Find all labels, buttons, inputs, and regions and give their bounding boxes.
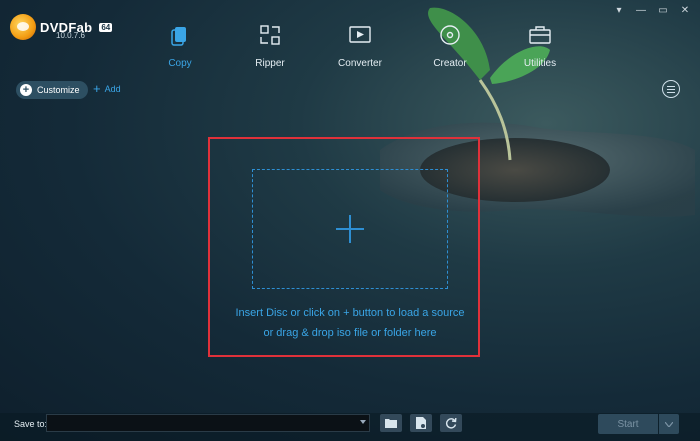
save-to-label: Save to: [14, 419, 48, 429]
customize-plus-icon: + [20, 84, 32, 96]
start-options-button[interactable] [659, 414, 679, 434]
menu-icon[interactable] [662, 80, 680, 98]
add-source-plus-icon[interactable] [336, 215, 364, 243]
app-version: 10.0.7.6 [56, 31, 85, 40]
creator-icon [440, 25, 460, 45]
tab-copy-label: Copy [168, 58, 192, 69]
copy-icon [171, 27, 186, 46]
tab-converter-label: Converter [338, 58, 382, 69]
add-source-drop-zone[interactable] [252, 169, 448, 289]
module-tabs: Copy Ripper Converter Creator Utilities [135, 22, 585, 69]
utilities-icon [529, 26, 551, 44]
window-controls: ▾ — ▭ ✕ [612, 4, 692, 16]
refresh-button[interactable] [440, 414, 462, 432]
drop-hint-line1: Insert Disc or click on + button to load… [235, 307, 465, 319]
refresh-icon [445, 417, 457, 429]
tab-copy[interactable]: Copy [135, 22, 225, 69]
converter-icon [349, 26, 371, 43]
tab-converter[interactable]: Converter [315, 22, 405, 69]
minimize-icon[interactable]: — [634, 4, 648, 16]
customize-label: Customize [37, 85, 80, 95]
start-button[interactable]: Start [598, 414, 658, 434]
folder-icon [385, 419, 397, 428]
iso-file-icon [416, 417, 426, 429]
pin-icon[interactable]: ▾ [612, 4, 626, 16]
tab-utilities-label: Utilities [523, 58, 557, 69]
customize-button[interactable]: + Customize [16, 81, 88, 99]
tab-ripper[interactable]: Ripper [225, 22, 315, 69]
add-button[interactable]: + Add [93, 81, 121, 96]
tab-creator-label: Creator [433, 58, 467, 69]
dvdfab-logo-icon [10, 14, 36, 40]
maximize-icon[interactable]: ▭ [656, 4, 670, 16]
drop-hint-line2: or drag & drop iso file or folder here [263, 327, 437, 339]
chevron-down-icon[interactable] [360, 420, 366, 424]
ripper-icon [260, 25, 280, 45]
tab-ripper-label: Ripper [255, 58, 285, 69]
tab-creator[interactable]: Creator [405, 22, 495, 69]
bit-badge: 64 [99, 22, 113, 32]
close-icon[interactable]: ✕ [678, 4, 692, 16]
browse-folder-button[interactable] [380, 414, 402, 432]
save-iso-button[interactable] [410, 414, 432, 432]
add-plus-icon: + [93, 81, 101, 96]
chevron-down-icon [665, 421, 673, 427]
tab-utilities[interactable]: Utilities [495, 22, 585, 69]
save-to-path-field[interactable] [46, 414, 370, 432]
add-label: Add [104, 84, 121, 94]
